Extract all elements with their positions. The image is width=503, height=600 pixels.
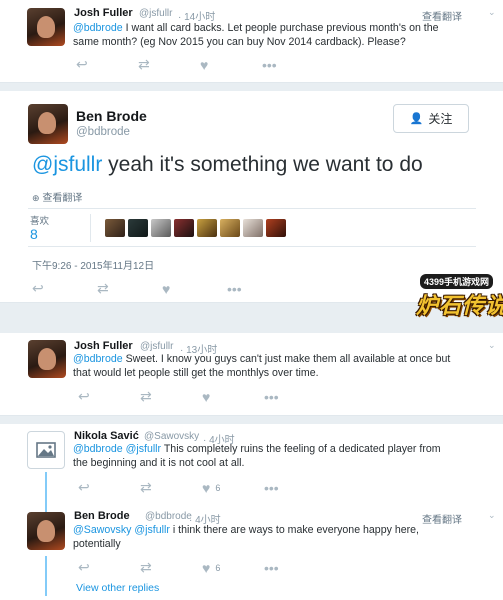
- watermark-main-text: 炉石传说: [416, 293, 503, 318]
- author-name[interactable]: Josh Fuller: [74, 7, 133, 19]
- avatar[interactable]: [27, 431, 65, 469]
- liker-avatar[interactable]: [220, 219, 240, 237]
- like-icon[interactable]: ♥ 6: [202, 560, 264, 576]
- author-handle[interactable]: @bdbrode: [145, 511, 192, 522]
- reply-icon[interactable]: ↩: [32, 280, 97, 297]
- like-icon[interactable]: ♥: [200, 57, 262, 73]
- mention-link[interactable]: @bdbrode: [73, 22, 123, 34]
- retweet-icon[interactable]: ⇄: [140, 559, 202, 576]
- author-name[interactable]: Nikola Savić: [74, 430, 139, 442]
- like-icon[interactable]: ♥ 6: [202, 480, 264, 496]
- liker-avatar[interactable]: [105, 219, 125, 237]
- follow-person-icon: 👤: [409, 113, 424, 125]
- mention-link[interactable]: @bdbrode: [73, 443, 123, 455]
- reply-icon[interactable]: ↩: [78, 559, 140, 576]
- more-icon[interactable]: •••: [264, 560, 326, 576]
- tweet-text: @bdbrode @jsfullr This completely ruins …: [73, 443, 441, 469]
- tweet-text: @Sawovsky @jsfullr i think there are way…: [73, 524, 419, 550]
- liker-avatar[interactable]: [197, 219, 217, 237]
- likes-label: 喜欢: [30, 216, 50, 227]
- caret-icon[interactable]: ⌄: [488, 510, 496, 521]
- avatar[interactable]: [27, 512, 65, 550]
- author-name[interactable]: Josh Fuller: [74, 340, 133, 352]
- image-placeholder-icon: [36, 442, 56, 458]
- retweet-icon[interactable]: ⇄: [140, 388, 202, 405]
- liker-avatar[interactable]: [243, 219, 263, 237]
- more-icon[interactable]: •••: [227, 281, 289, 297]
- author-name[interactable]: Ben Brode: [76, 108, 147, 124]
- tweet-main: Ben Brode @bdbrode 👤 关注 @jsfullr yeah it…: [0, 91, 503, 303]
- tweet-actions: ↩ ⇄ ♥ •••: [78, 388, 326, 405]
- site-watermark-logo: 4399手机游戏网 炉石传说: [412, 274, 503, 326]
- tweet-text: @bdbrode Sweet. I know you guys can't ju…: [73, 353, 451, 379]
- more-icon[interactable]: •••: [264, 480, 326, 496]
- globe-icon: ⊕: [32, 193, 40, 203]
- author-name[interactable]: Ben Brode: [74, 510, 130, 522]
- stats-bar: 喜欢 8: [28, 208, 476, 247]
- author-handle[interactable]: @Sawovsky: [144, 431, 199, 442]
- mention-link[interactable]: @bdbrode: [73, 353, 123, 365]
- retweet-icon[interactable]: ⇄: [97, 280, 162, 297]
- like-icon[interactable]: ♥: [202, 389, 264, 405]
- reply-icon[interactable]: ↩: [78, 479, 140, 496]
- liker-avatar[interactable]: [174, 219, 194, 237]
- like-count: 6: [215, 562, 221, 573]
- tweet-actions: ↩ ⇄ ♥ •••: [32, 280, 289, 297]
- reply-thread: Nikola Savić @Sawovsky · 4小时 @bdbrode @j…: [0, 424, 503, 600]
- avatar[interactable]: [28, 104, 68, 144]
- retweet-icon[interactable]: ⇄: [138, 56, 200, 73]
- mention-link[interactable]: @Sawovsky: [73, 524, 131, 536]
- reply-icon[interactable]: ↩: [78, 388, 140, 405]
- liker-avatar[interactable]: [151, 219, 171, 237]
- thread-connector: [45, 556, 47, 596]
- avatar[interactable]: [27, 8, 65, 46]
- likes-count[interactable]: 8: [30, 226, 38, 242]
- liker-avatar[interactable]: [128, 219, 148, 237]
- caret-icon[interactable]: ⌄: [488, 7, 496, 18]
- liker-avatar[interactable]: [266, 219, 286, 237]
- watermark-top-text: 4399手机游戏网: [420, 274, 494, 289]
- mention-link[interactable]: @jsfullr: [134, 524, 169, 536]
- author-handle[interactable]: @jsfullr: [140, 341, 174, 352]
- avatar[interactable]: [28, 340, 66, 378]
- likers-list: [105, 219, 286, 237]
- tweet-actions: ↩ ⇄ ♥ 6 •••: [78, 479, 326, 496]
- mention-link[interactable]: @jsfullr: [126, 443, 161, 455]
- mention-link[interactable]: @jsfullr: [32, 153, 102, 176]
- tweet-actions: ↩ ⇄ ♥ •••: [76, 56, 324, 73]
- thread-connector: [45, 472, 47, 512]
- follow-button[interactable]: 👤 关注: [393, 104, 469, 133]
- like-count: 6: [215, 482, 221, 493]
- author-handle[interactable]: @bdbrode: [76, 126, 130, 138]
- tweet-reply[interactable]: Josh Fuller @jsfullr · 13小时 ⌄ @bdbrode S…: [0, 333, 503, 416]
- caret-icon[interactable]: ⌄: [488, 340, 496, 351]
- tweet-text: @bdbrode I want all card backs. Let peop…: [73, 22, 439, 48]
- reply-icon[interactable]: ↩: [76, 56, 138, 73]
- more-icon[interactable]: •••: [262, 57, 324, 73]
- more-icon[interactable]: •••: [264, 389, 326, 405]
- author-handle[interactable]: @jsfullr: [139, 8, 173, 19]
- retweet-icon[interactable]: ⇄: [140, 479, 202, 496]
- tweet-actions: ↩ ⇄ ♥ 6 •••: [78, 559, 326, 576]
- tweet-text: @jsfullr yeah it's something we want to …: [32, 153, 423, 176]
- tweet-previous[interactable]: Josh Fuller @jsfullr · 14小时 查看翻译 ⌄ @bdbr…: [0, 0, 503, 83]
- like-icon[interactable]: ♥: [162, 281, 227, 297]
- tweet-timestamp[interactable]: 下午9:26 - 2015年11月12日: [32, 257, 154, 272]
- view-other-replies-link[interactable]: View other replies: [76, 582, 159, 594]
- translate-link[interactable]: ⊕ 查看翻译: [32, 189, 82, 204]
- stats-divider: [90, 214, 91, 242]
